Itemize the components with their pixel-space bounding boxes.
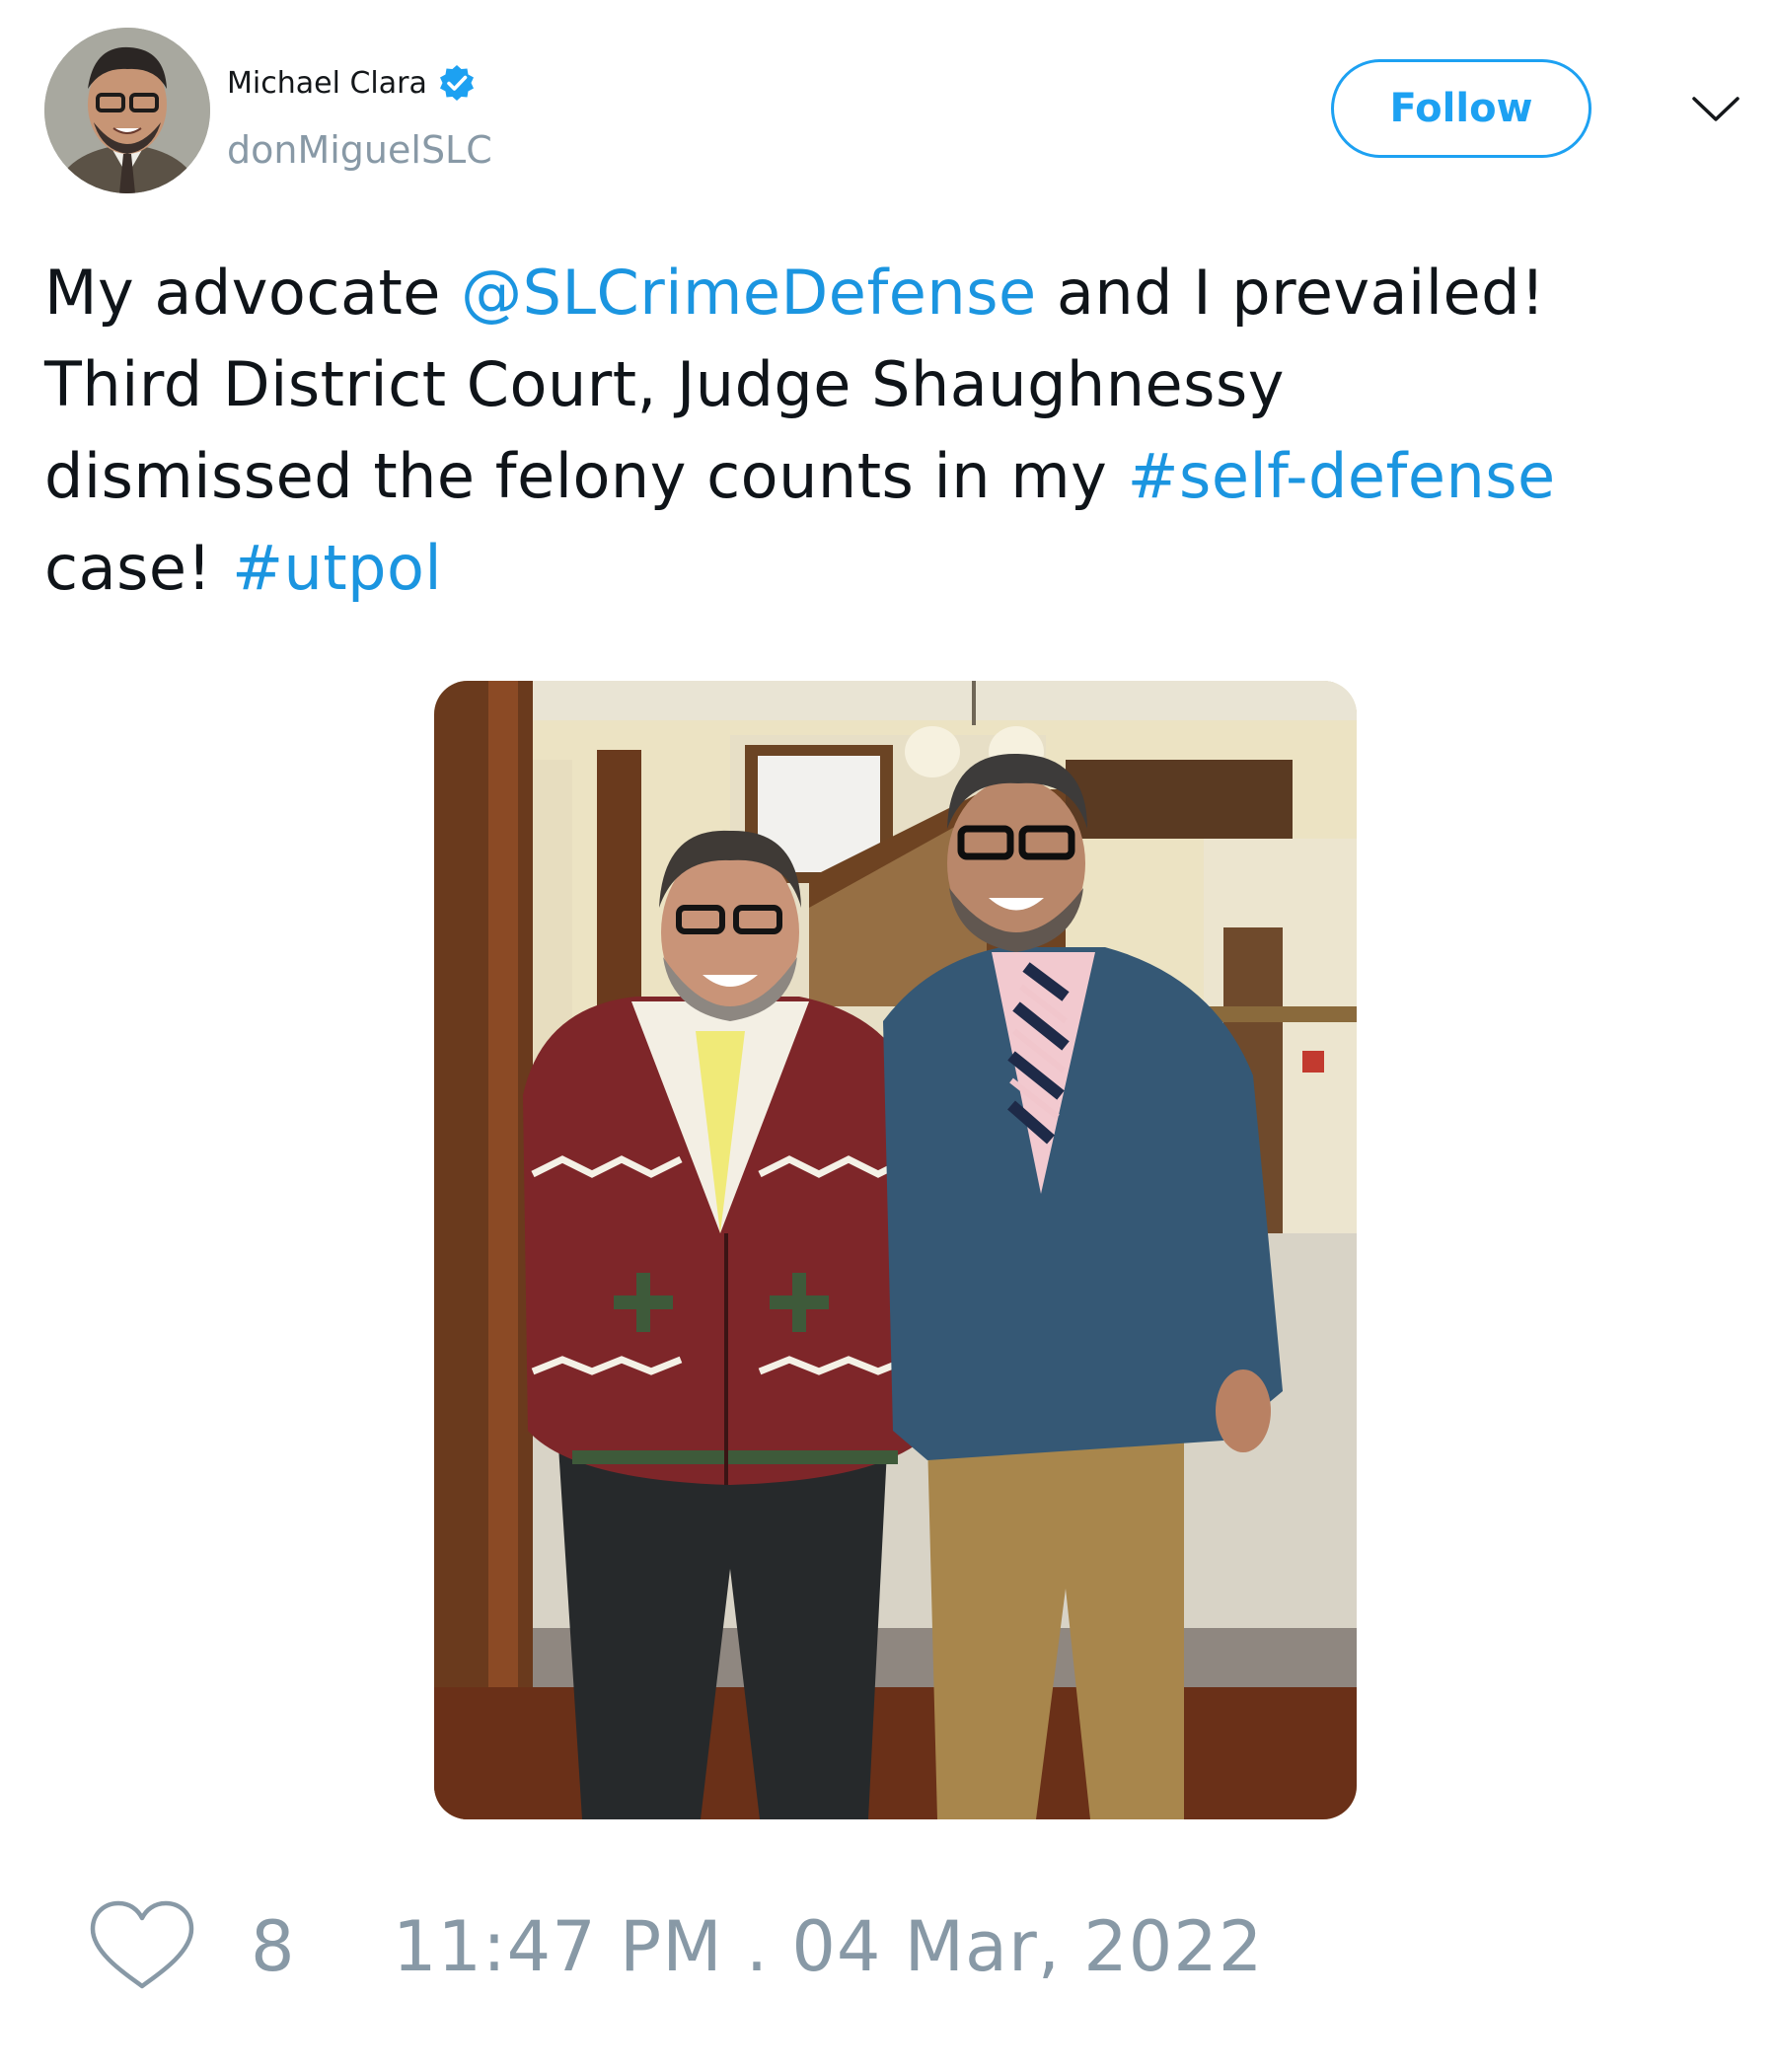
mention-link[interactable]: @SLCrimeDefense <box>461 257 1037 329</box>
tweet-text-segment: case! <box>44 532 233 604</box>
chevron-down-icon[interactable] <box>1691 89 1740 128</box>
tweet-text: My advocate @SLCrimeDefense and I prevai… <box>44 247 1741 614</box>
tweet-text-segment: Third District Court, Judge Shaughnessy <box>44 348 1285 420</box>
hashtag-link[interactable]: #utpol <box>232 532 442 604</box>
tweet-card: Michael Clara donMiguelSLC Follow My adv… <box>0 0 1776 2072</box>
tweet-text-segment: dismissed the felony counts in my <box>44 440 1128 512</box>
tweet-photo[interactable] <box>434 681 1357 1819</box>
display-name[interactable]: Michael Clara <box>227 66 427 101</box>
heart-icon[interactable] <box>89 1899 195 1993</box>
tweet-timestamp[interactable]: 11:47 PM . 04 Mar, 2022 <box>393 1906 1263 1987</box>
follow-button[interactable]: Follow <box>1331 59 1591 158</box>
tweet-text-segment: and I prevailed! <box>1036 257 1546 329</box>
tweet-text-line: case! #utpol <box>44 522 1741 614</box>
user-handle[interactable]: donMiguelSLC <box>227 128 492 172</box>
tweet-text-segment: My advocate <box>44 257 462 329</box>
tweet-text-line: Third District Court, Judge Shaughnessy <box>44 338 1741 430</box>
hashtag-link[interactable]: #self-defense <box>1128 440 1556 512</box>
avatar[interactable] <box>44 28 210 193</box>
tweet-text-line: dismissed the felony counts in my #self-… <box>44 430 1741 522</box>
like-count: 8 <box>251 1906 295 1987</box>
tweet-text-line: My advocate @SLCrimeDefense and I prevai… <box>44 247 1741 338</box>
verified-badge-icon <box>437 63 477 103</box>
display-name-row[interactable]: Michael Clara <box>227 63 477 103</box>
